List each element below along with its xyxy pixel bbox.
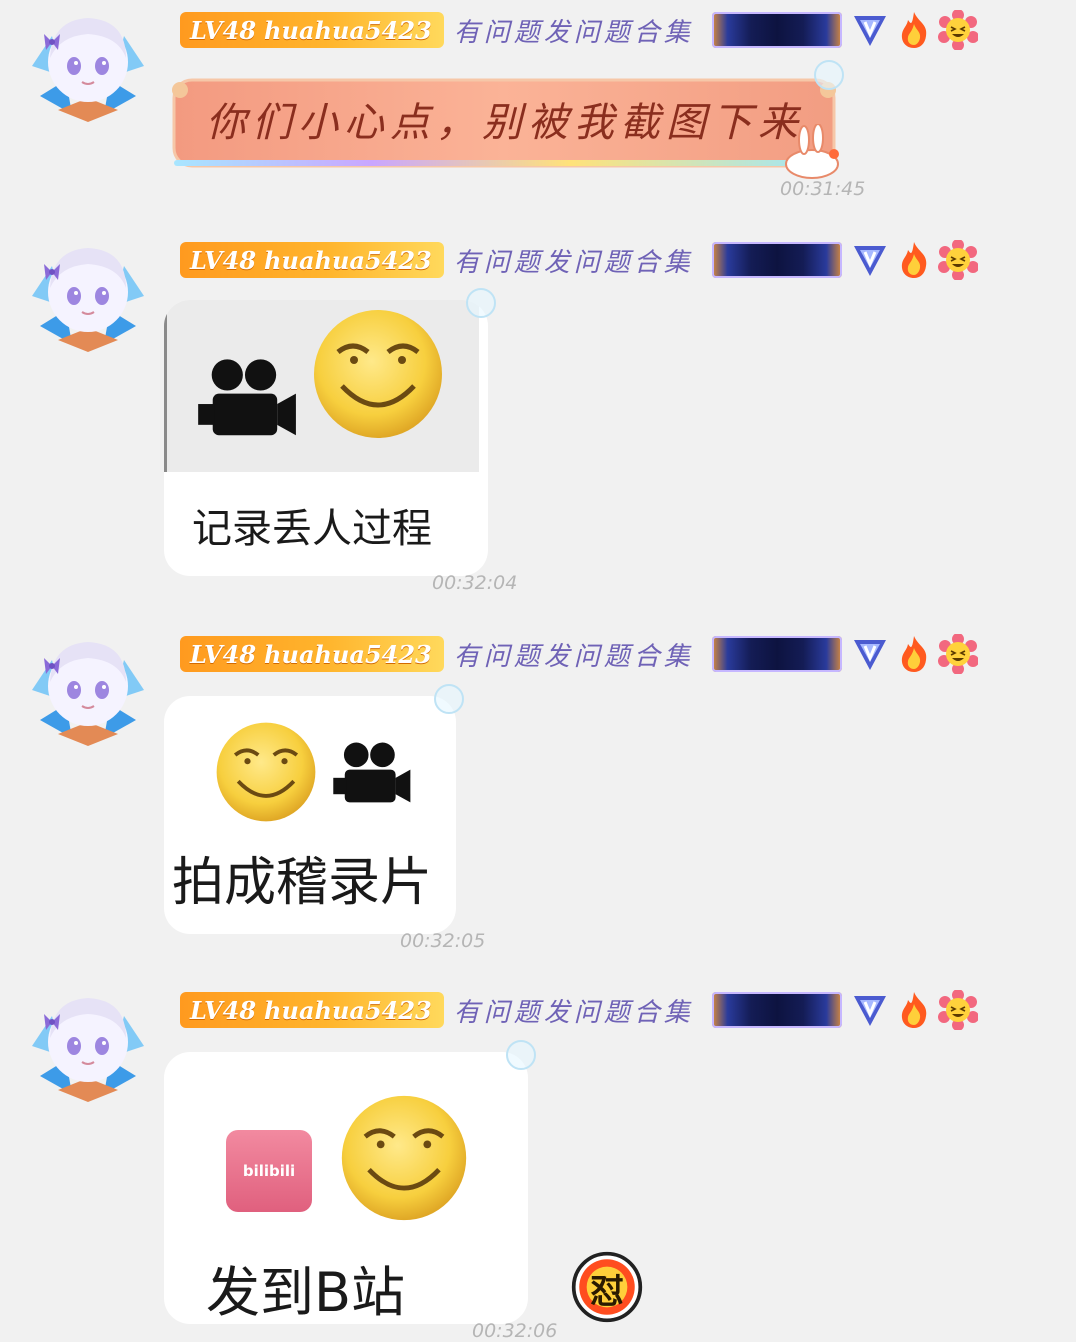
anime-girl-avatar-icon[interactable] [22,236,154,356]
group-title: 有问题发问题合集 [453,247,694,278]
video-camera-icon [194,356,298,450]
group-title: 有问题发问题合集 [453,997,694,1028]
sticker-image[interactable]: 拍成稽录片 [164,696,456,934]
bunny-decoration-icon [785,124,839,179]
timestamp: 00:32:05 [400,930,486,952]
message-header: LV48 huahua5423 有问题发问题合集 [180,634,978,674]
flame-icon [894,10,934,50]
message-2: LV48 huahua5423 有问题发问题合集 记录丢人过程 00:32:04 [0,230,1076,600]
message-text: 你们小心点，别被我截图下来 [206,100,804,146]
status-ring [506,1040,536,1070]
video-camera-icon [330,740,412,814]
sly-smile-emoji-icon [308,304,448,444]
timestamp: 00:32:04 [432,572,518,594]
status-ring [814,60,844,90]
v-badge-icon [850,10,890,50]
level-badge: LV48 huahua5423 [180,12,444,48]
timestamp: 00:31:45 [780,178,866,200]
text-bubble[interactable]: 你们小心点，别被我截图下来 [170,72,839,179]
status-ring [466,288,496,318]
level-text: LV48 [190,245,257,275]
message-header: LV48 huahua5423 有问题发问题合集 [180,10,978,50]
bilibili-logo-text: bilibili [242,1162,296,1180]
group-title: 有问题发问题合集 [453,17,694,48]
username[interactable]: huahua5423 [264,996,432,1025]
bilibili-logo-icon: bilibili [226,1130,312,1212]
anime-girl-avatar-icon[interactable] [22,6,154,126]
status-ring [434,684,464,714]
honor-badge-strip-icon [711,12,842,48]
group-title: 有问题发问题合集 [453,641,694,672]
flame-icon [894,990,934,1030]
anime-girl-avatar-icon[interactable] [22,986,154,1106]
sticker-image[interactable]: 记录丢人过程 [164,300,488,576]
v-badge-icon [850,634,890,674]
message-header: LV48 huahua5423 有问题发问题合集 [180,990,978,1030]
laughing-emoji-icon [938,634,978,674]
laughing-emoji-icon [938,990,978,1030]
sticker-caption: 拍成稽录片 [172,853,433,913]
flame-icon [894,634,934,674]
sly-smile-emoji-icon [336,1090,472,1226]
message-header: LV48 huahua5423 有问题发问题合集 [180,240,978,280]
username[interactable]: huahua5423 [264,16,432,45]
level-text: LV48 [190,15,257,45]
message-1: LV48 huahua5423 有问题发问题合集 你们小心点，别被我截图下来 0… [0,0,1076,220]
flame-icon [894,240,934,280]
level-badge: LV48 huahua5423 [180,992,444,1028]
laughing-emoji-icon [938,10,978,50]
laughing-emoji-icon [938,240,978,280]
username[interactable]: huahua5423 [264,246,432,275]
level-badge: LV48 huahua5423 [180,636,444,672]
message-4: LV48 huahua5423 有问题发问题合集 bilibili 发到B站 怼… [0,980,1076,1342]
reaction-text: 怼 [590,1272,624,1312]
sticker-caption: 记录丢人过程 [192,506,432,552]
level-text: LV48 [190,995,257,1025]
honor-badge-strip-icon [711,992,842,1028]
v-badge-icon [850,990,890,1030]
username[interactable]: huahua5423 [264,640,432,669]
v-badge-icon [850,240,890,280]
message-3: LV48 huahua5423 有问题发问题合集 拍成稽录片 00:32:05 [0,624,1076,964]
sticker-image[interactable]: bilibili 发到B站 [164,1052,528,1324]
level-badge: LV48 huahua5423 [180,242,444,278]
honor-badge-strip-icon [711,636,842,672]
level-text: LV48 [190,639,257,669]
anime-girl-avatar-icon[interactable] [22,630,154,750]
honor-badge-strip-icon [711,242,842,278]
sticker-caption: 发到B站 [206,1261,406,1324]
dui-reaction-icon[interactable]: 怼 [570,1250,644,1324]
sly-smile-emoji-icon [212,718,320,826]
